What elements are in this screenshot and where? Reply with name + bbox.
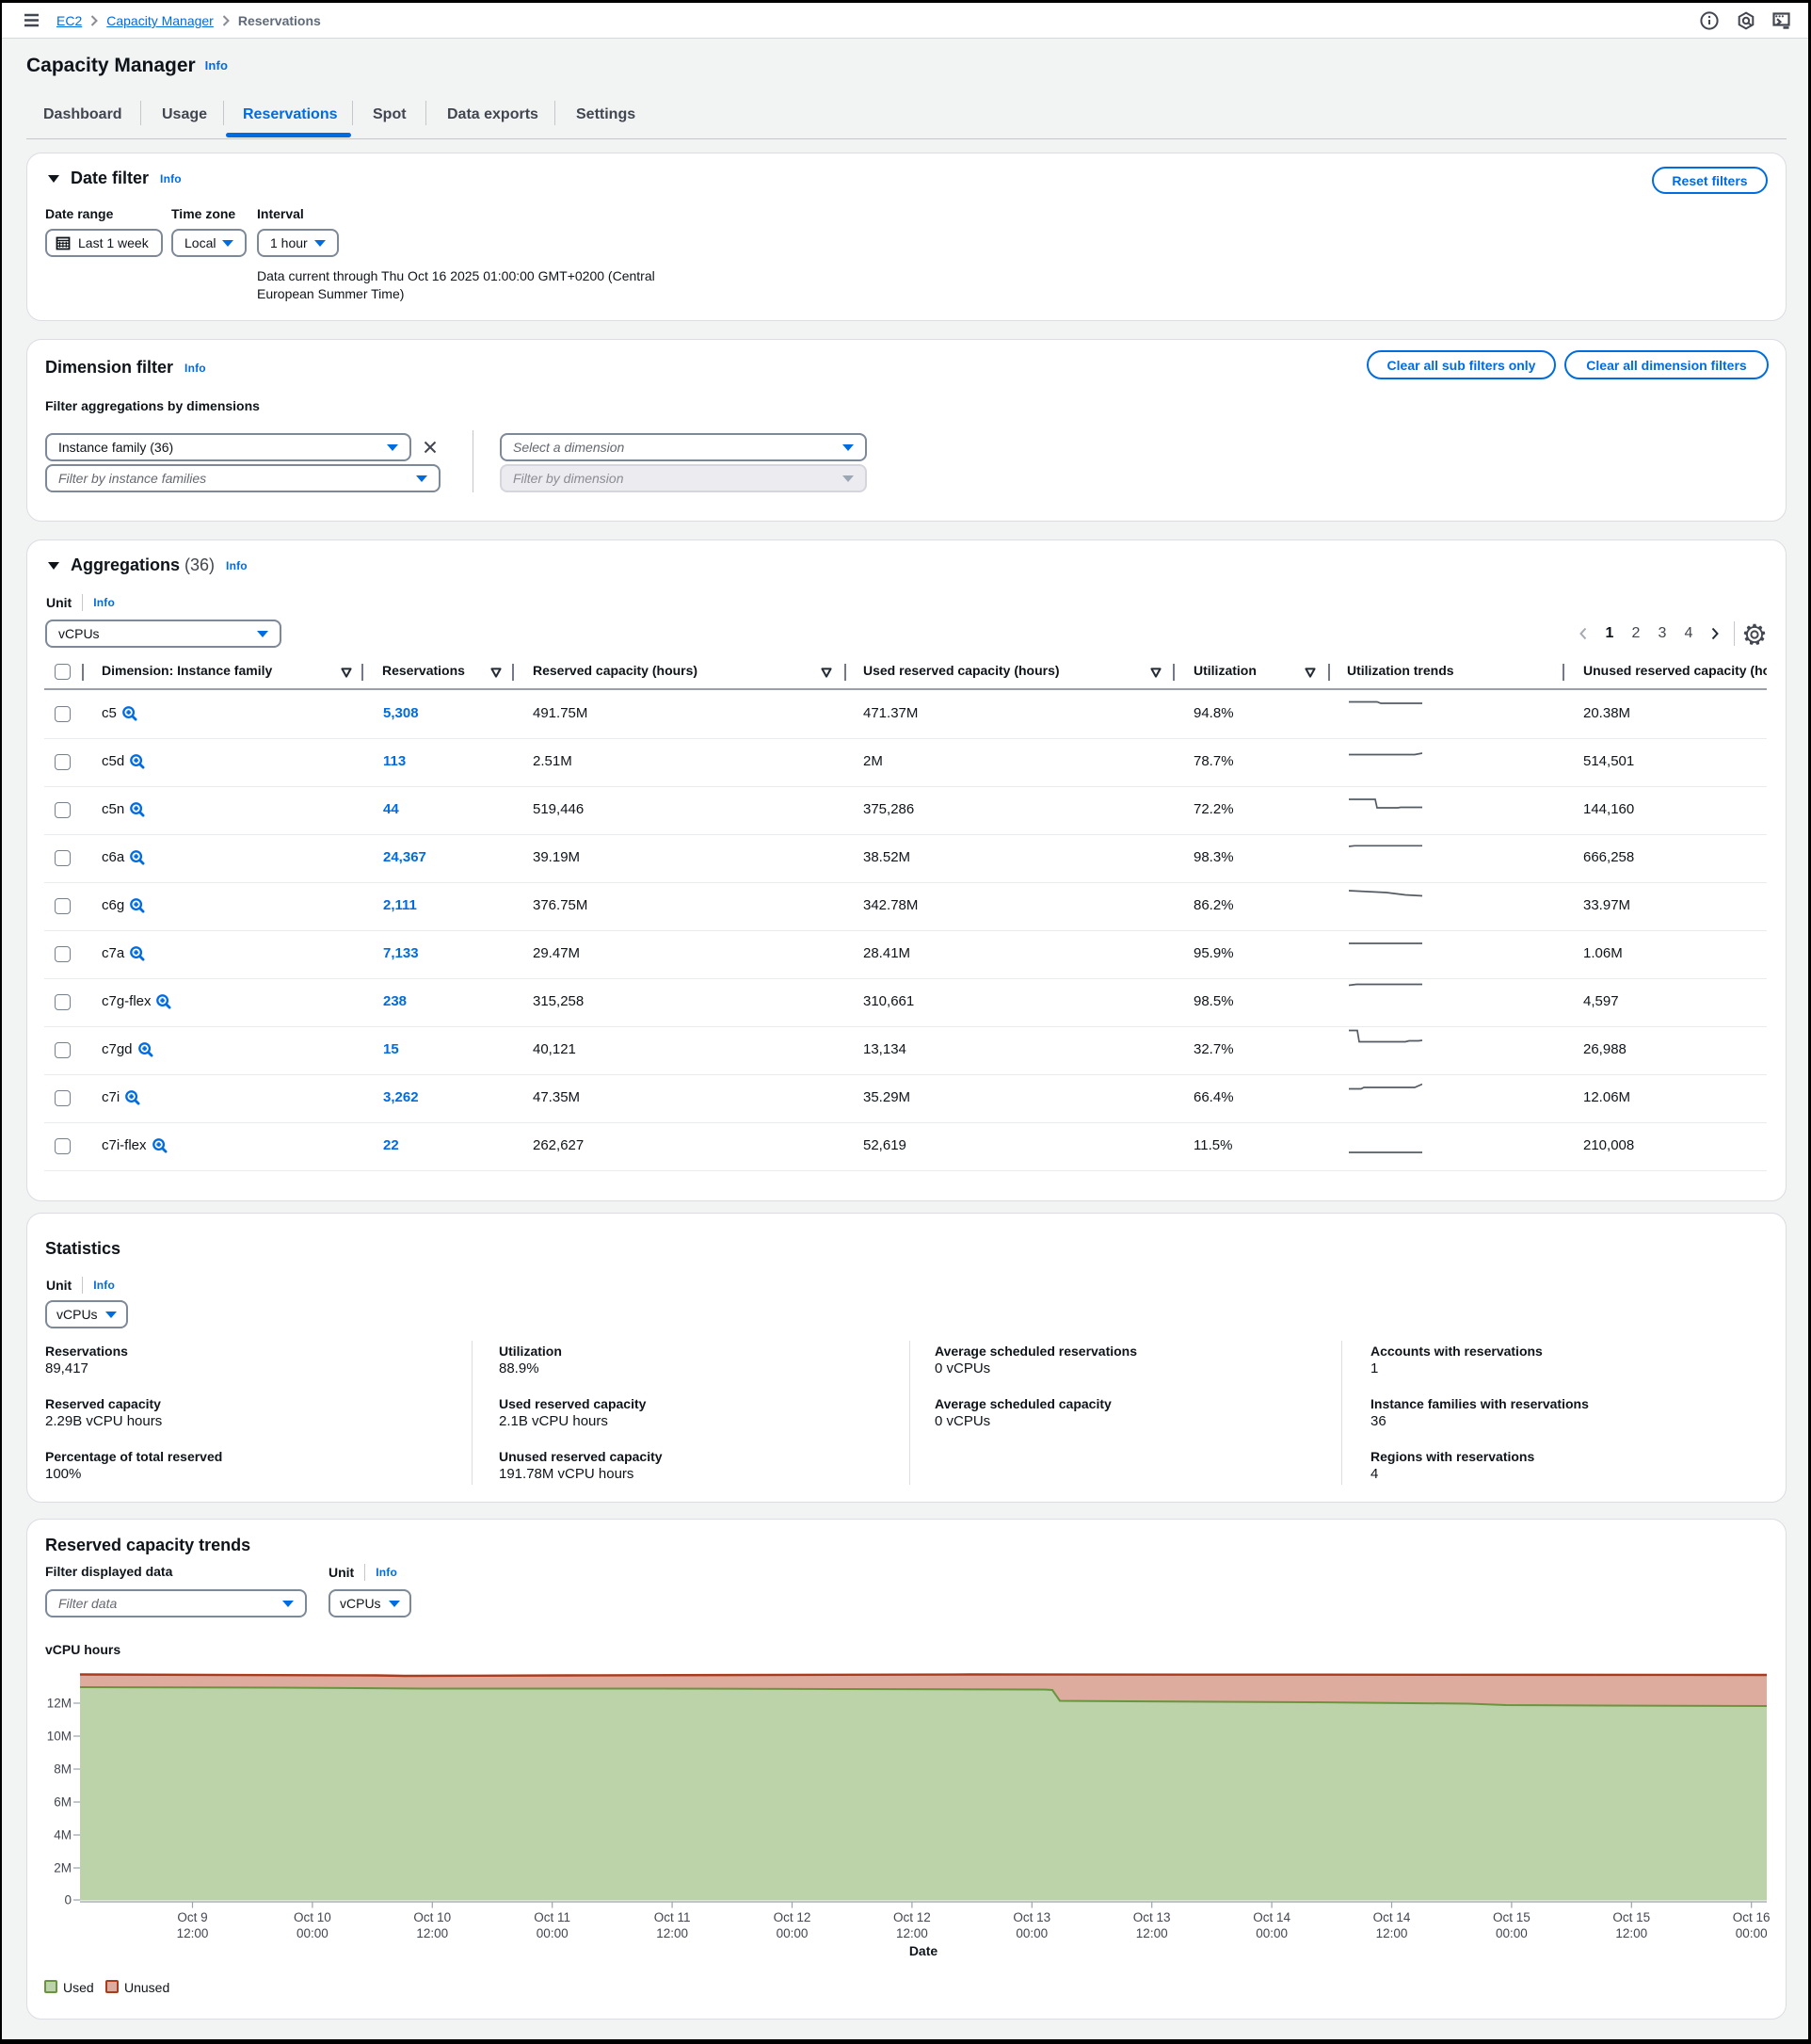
svg-text:00:00: 00:00 bbox=[1496, 1926, 1528, 1940]
svg-text:10M: 10M bbox=[47, 1730, 72, 1744]
svg-text:00:00: 00:00 bbox=[537, 1926, 569, 1940]
svg-text:Oct 14: Oct 14 bbox=[1373, 1910, 1411, 1924]
svg-text:12:00: 12:00 bbox=[656, 1926, 688, 1940]
svg-text:00:00: 00:00 bbox=[1736, 1926, 1768, 1940]
svg-text:00:00: 00:00 bbox=[1016, 1926, 1048, 1940]
svg-text:6M: 6M bbox=[54, 1795, 72, 1810]
svg-text:00:00: 00:00 bbox=[1256, 1926, 1288, 1940]
svg-text:Oct 13: Oct 13 bbox=[1013, 1910, 1050, 1924]
svg-text:12:00: 12:00 bbox=[1376, 1926, 1408, 1940]
svg-text:12:00: 12:00 bbox=[896, 1926, 928, 1940]
svg-text:Oct 12: Oct 12 bbox=[774, 1910, 811, 1924]
svg-text:Date: Date bbox=[909, 1943, 938, 1958]
svg-text:Oct 14: Oct 14 bbox=[1253, 1910, 1290, 1924]
svg-text:8M: 8M bbox=[54, 1762, 72, 1777]
svg-text:4M: 4M bbox=[54, 1828, 72, 1843]
svg-text:12:00: 12:00 bbox=[177, 1926, 209, 1940]
svg-text:12:00: 12:00 bbox=[416, 1926, 448, 1940]
svg-text:00:00: 00:00 bbox=[296, 1926, 329, 1940]
svg-text:Oct 15: Oct 15 bbox=[1493, 1910, 1531, 1924]
svg-text:00:00: 00:00 bbox=[777, 1926, 809, 1940]
svg-text:12M: 12M bbox=[47, 1697, 72, 1711]
svg-text:Oct 11: Oct 11 bbox=[654, 1910, 691, 1924]
svg-text:Oct 10: Oct 10 bbox=[413, 1910, 451, 1924]
svg-text:Oct 9: Oct 9 bbox=[177, 1910, 207, 1924]
svg-text:Oct 15: Oct 15 bbox=[1612, 1910, 1650, 1924]
svg-text:Oct 13: Oct 13 bbox=[1133, 1910, 1171, 1924]
svg-text:2M: 2M bbox=[54, 1861, 72, 1875]
svg-text:Oct 11: Oct 11 bbox=[534, 1910, 570, 1924]
svg-text:Oct 16: Oct 16 bbox=[1733, 1910, 1771, 1924]
svg-text:Oct 12: Oct 12 bbox=[893, 1910, 931, 1924]
svg-text:12:00: 12:00 bbox=[1615, 1926, 1647, 1940]
svg-text:0: 0 bbox=[64, 1893, 72, 1907]
svg-text:Oct 10: Oct 10 bbox=[294, 1910, 331, 1924]
svg-text:12:00: 12:00 bbox=[1136, 1926, 1168, 1940]
